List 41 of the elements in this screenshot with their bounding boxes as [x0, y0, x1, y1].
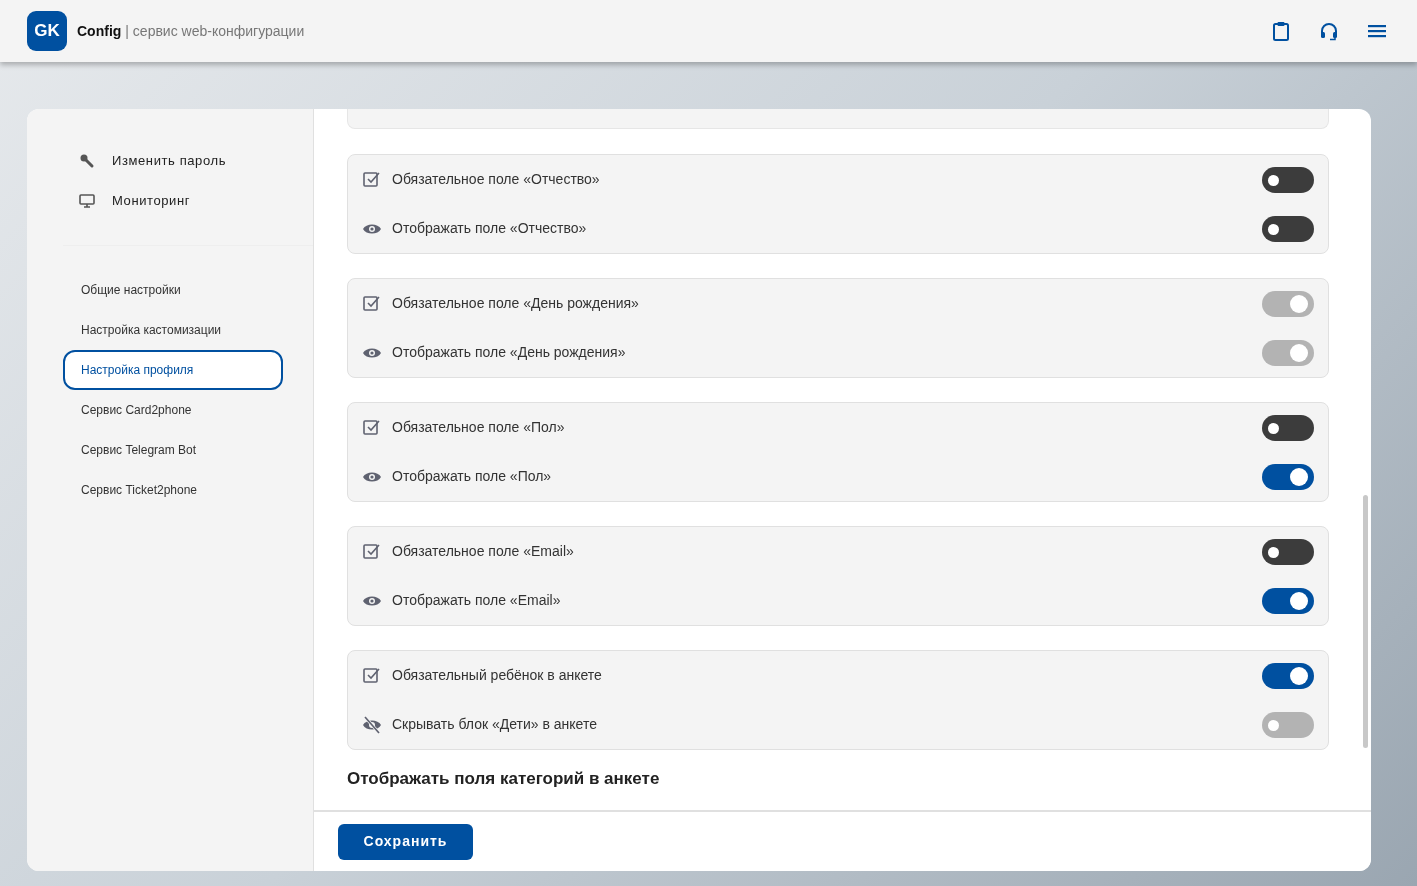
sidebar-item[interactable]: Сервис Telegram Bot [63, 430, 283, 470]
sidebar-link[interactable]: Мониторинг [112, 181, 191, 221]
headset-icon[interactable] [1318, 20, 1340, 42]
setting-label: Отображать поле «Email» [392, 591, 561, 610]
wrench-icon [79, 153, 95, 169]
setting-label: Обязательное поле «Email» [392, 542, 574, 561]
clipboard-icon[interactable] [1270, 20, 1292, 42]
save-button[interactable]: Сохранить [338, 823, 473, 860]
setting-label: Отображать поле «Пол» [392, 467, 552, 486]
toggle-switch[interactable] [1262, 215, 1314, 242]
checkbox-icon [362, 293, 382, 314]
sidebar-item[interactable]: Настройка профиля [63, 350, 283, 390]
setting-label: Отображать поле «Отчество» [392, 219, 587, 238]
monitor-icon [79, 193, 95, 209]
setting-label: Скрывать блок «Дети» в анкете [392, 715, 597, 734]
sidebar-item[interactable]: Сервис Ticket2phone [63, 470, 283, 510]
setting-label: Обязательное поле «Отчество» [392, 170, 600, 189]
setting-label: Обязательное поле «День рождения» [392, 294, 639, 313]
logo: GK [27, 11, 67, 51]
checkbox-icon [362, 541, 382, 562]
toggle-switch[interactable] [1262, 166, 1314, 193]
sidebar-item[interactable]: Общие настройки [63, 270, 283, 310]
scrollbar-thumb[interactable] [1363, 495, 1368, 748]
toggle-switch[interactable] [1262, 463, 1314, 490]
toggle-switch[interactable] [1262, 538, 1314, 565]
checkbox-icon [362, 665, 382, 686]
setting-label: Отображать поле «День рождения» [392, 343, 626, 362]
eye-slash-icon [362, 714, 382, 735]
section-title: Отображать поля категорий в анкете [347, 768, 661, 790]
sidebar-item[interactable]: Настройка кастомизации [63, 310, 283, 350]
app-subtitle: | сервис web-конфигурации [125, 21, 305, 41]
app-name: Config [77, 21, 122, 41]
toggle-switch[interactable] [1262, 587, 1314, 614]
toggle-switch[interactable] [1262, 662, 1314, 689]
toggle-switch[interactable] [1262, 414, 1314, 441]
setting-label: Обязательное поле «Пол» [392, 418, 565, 437]
sidebar-link[interactable]: Изменить пароль [112, 141, 227, 181]
checkbox-icon [362, 169, 382, 190]
setting-label: Обязательный ребёнок в анкете [392, 666, 602, 685]
checkbox-icon [362, 417, 382, 438]
sidebar-item[interactable]: Сервис Card2phone [63, 390, 283, 430]
